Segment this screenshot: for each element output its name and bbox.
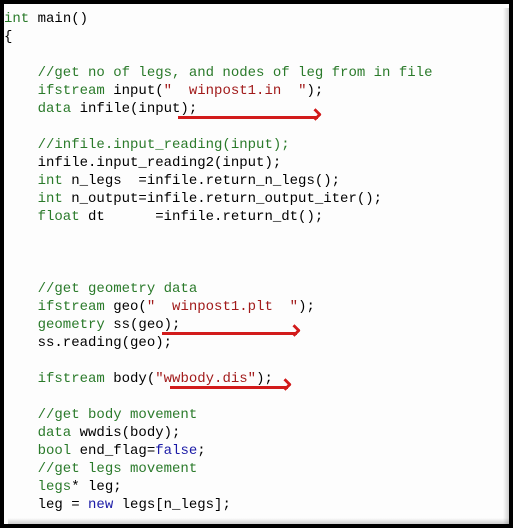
text: wwdis(body); — [71, 425, 180, 441]
text: input( — [105, 83, 164, 99]
string-winpost1-plt: " winpost1.plt " — [147, 299, 298, 315]
text: body( — [105, 371, 155, 387]
underline-winpost1-in — [178, 116, 318, 119]
text: legs[n_legs]; — [113, 497, 231, 513]
kw-float: float — [4, 209, 80, 225]
kw-geometry: geometry — [4, 317, 105, 333]
inner-shadow-bottom — [8, 518, 509, 524]
text: ss.reading(geo); — [4, 335, 172, 351]
kw-ifstream: ifstream — [4, 299, 105, 315]
text: main() — [29, 11, 88, 27]
comment: //infile.input_reading(input); — [4, 137, 290, 153]
text: infile(input); — [71, 101, 197, 117]
kw-false: false — [155, 443, 197, 459]
kw-new: new — [88, 497, 113, 513]
kw-ifstream: ifstream — [4, 371, 105, 387]
text: ); — [298, 299, 315, 315]
text: geo( — [105, 299, 147, 315]
string-winpost1-in: " winpost1.in " — [164, 83, 307, 99]
text: n_legs =infile.return_n_legs(); — [63, 173, 340, 189]
brace-open: { — [4, 29, 12, 45]
kw-data: data — [4, 101, 71, 117]
underline-wwbody-dis — [170, 386, 288, 389]
comment: //get body movement — [4, 407, 197, 423]
kw-legs: legs — [4, 479, 71, 495]
text: * leg; — [71, 479, 121, 495]
kw-int: int — [4, 11, 29, 27]
kw-int: int — [4, 191, 63, 207]
text: leg = — [4, 497, 88, 513]
text: n_output=infile.return_output_iter(); — [63, 191, 382, 207]
underline-winpost1-plt — [162, 332, 297, 335]
code-screenshot-frame: int main() { //get no of legs, and nodes… — [0, 0, 513, 528]
comment: //get geometry data — [4, 281, 197, 297]
kw-ifstream: ifstream — [4, 83, 105, 99]
kw-bool: bool — [4, 443, 71, 459]
comment: //get no of legs, and nodes of leg from … — [4, 65, 432, 81]
text: ); — [306, 83, 323, 99]
text: dt =infile.return_dt(); — [80, 209, 324, 225]
text: end_flag= — [71, 443, 155, 459]
text: ss(geo); — [105, 317, 181, 333]
text: infile.input_reading2(input); — [4, 155, 281, 171]
source-code: int main() { //get no of legs, and nodes… — [4, 4, 509, 514]
text: ); — [256, 371, 273, 387]
kw-int: int — [4, 173, 63, 189]
string-wwbody-dis: "wwbody.dis" — [155, 371, 256, 387]
kw-data: data — [4, 425, 71, 441]
text: ; — [197, 443, 205, 459]
comment: //get legs movement — [4, 461, 197, 477]
